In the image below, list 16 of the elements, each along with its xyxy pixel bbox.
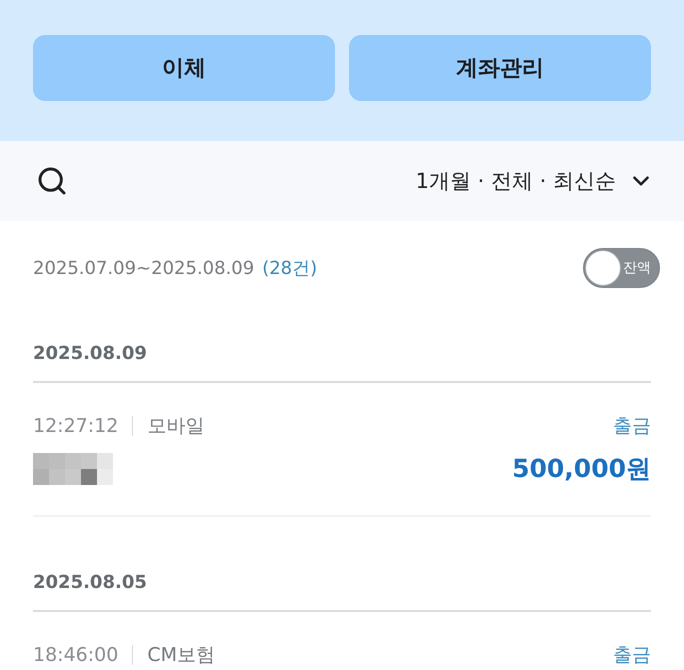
filter-dropdown[interactable]: 1개월 · 전체 · 최신순 [416, 167, 654, 195]
transaction-count: (28건) [262, 257, 318, 280]
period-range: 2025.07.09~2025.08.09 [33, 258, 254, 278]
transaction-channel: 모바일 [147, 415, 204, 437]
transaction-time: 12:27:12 [33, 415, 118, 437]
transaction-time: 18:46:00 [33, 644, 118, 666]
transaction-amount: 500,000원 [512, 454, 651, 484]
switch-knob [585, 250, 621, 286]
search-icon[interactable] [36, 165, 68, 197]
action-button[interactable]: 계좌관리 [349, 35, 651, 101]
action-button[interactable]: 이체 [33, 35, 335, 101]
transaction-type: 출금 [613, 415, 651, 437]
transaction-type: 출금 [613, 644, 651, 666]
date-header: 2025.08.05 [33, 571, 147, 595]
transaction-channel: CM보험 [147, 644, 216, 666]
date-header: 2025.08.09 [33, 342, 147, 366]
